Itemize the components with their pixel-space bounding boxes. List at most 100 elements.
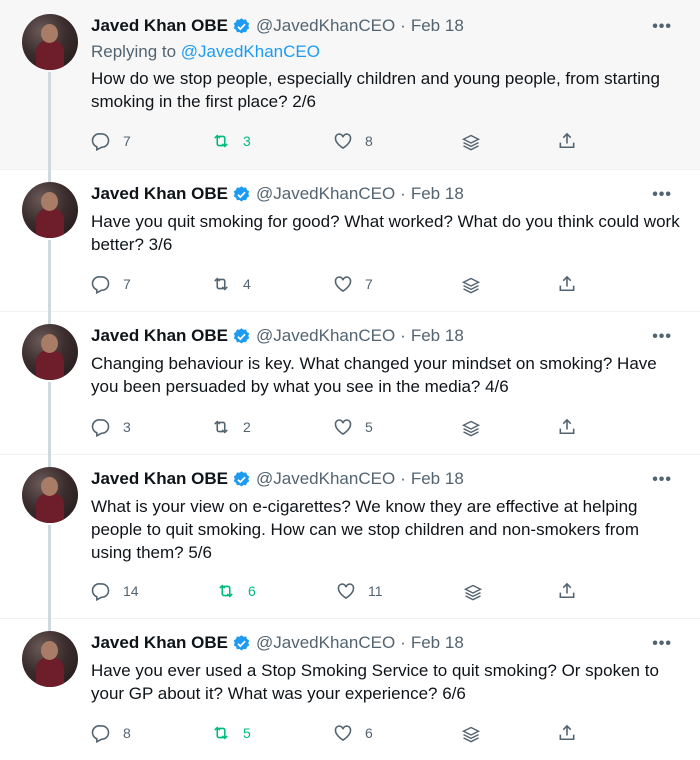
like-button[interactable]: 5 [333,417,373,437]
tweet-actions: 14 6 11 [91,581,591,603]
avatar[interactable] [22,14,78,70]
like-count: 5 [365,419,373,435]
author-handle[interactable]: @JavedKhanCEO [256,469,395,489]
reply-button[interactable]: 7 [91,274,131,294]
author-handle[interactable]: @JavedKhanCEO [256,184,395,204]
author-handle[interactable]: @JavedKhanCEO [256,633,395,653]
retweet-count: 3 [243,133,251,149]
reply-icon [91,133,110,151]
share-button[interactable] [557,131,577,151]
heart-icon [334,725,352,742]
share-button[interactable] [557,417,577,437]
tweet[interactable]: Javed Khan OBE @JavedKhanCEO · Feb 18 ••… [0,619,700,760]
thread-line [48,525,51,619]
verified-badge-icon [233,470,250,487]
verified-badge-icon [233,327,250,344]
more-options-icon[interactable]: ••• [652,18,672,36]
verified-badge-icon [233,17,250,34]
share-button[interactable] [557,274,577,294]
retweet-icon [214,277,228,291]
share-icon [559,582,575,599]
reply-button[interactable]: 8 [91,723,131,743]
thread-line [48,240,51,312]
tweet-date[interactable]: Feb 18 [411,16,464,36]
reply-button[interactable]: 7 [91,131,131,151]
author-handle[interactable]: @JavedKhanCEO [256,326,395,346]
tweet-date[interactable]: Feb 18 [411,326,464,346]
author-name[interactable]: Javed Khan OBE [91,469,228,489]
share-icon [559,275,575,292]
retweet-button[interactable]: 4 [211,274,251,294]
tweet-header: Javed Khan OBE @JavedKhanCEO · Feb 18 [91,16,464,36]
reply-count: 7 [123,276,131,292]
share-button[interactable] [557,581,577,601]
like-button[interactable]: 7 [333,274,373,294]
author-name[interactable]: Javed Khan OBE [91,184,228,204]
share-icon [559,132,575,149]
separator: · [400,633,406,652]
tweet-header: Javed Khan OBE @JavedKhanCEO · Feb 18 [91,469,464,489]
reply-button[interactable]: 3 [91,417,131,437]
tweet-date[interactable]: Feb 18 [411,469,464,489]
tweet-text: Changing behaviour is key. What changed … [91,354,657,396]
stack-icon [461,277,481,294]
analytics-button[interactable] [461,133,481,153]
tweet[interactable]: Javed Khan OBE @JavedKhanCEO · Feb 18 ••… [0,455,700,619]
share-button[interactable] [557,723,577,743]
avatar[interactable] [22,631,78,687]
retweet-count: 4 [243,276,251,292]
author-name[interactable]: Javed Khan OBE [91,16,228,36]
reply-icon [91,725,110,743]
thread-line [48,455,51,467]
avatar[interactable] [22,182,78,238]
verified-badge-icon [233,634,250,651]
stack-icon [461,134,481,151]
author-name[interactable]: Javed Khan OBE [91,326,228,346]
separator: · [400,326,406,345]
analytics-button[interactable] [461,276,481,296]
reply-button[interactable]: 14 [91,581,139,601]
author-name[interactable]: Javed Khan OBE [91,633,228,653]
like-button[interactable]: 11 [336,581,383,601]
tweet-text: Have you ever used a Stop Smoking Servic… [91,661,659,703]
more-options-icon[interactable]: ••• [652,471,672,489]
tweet[interactable]: Javed Khan OBE @JavedKhanCEO · Feb 18 ••… [0,0,700,170]
analytics-button[interactable] [461,419,481,439]
replying-to-link[interactable]: @JavedKhanCEO [181,42,320,61]
replying-to: Replying to @JavedKhanCEO [91,42,320,62]
tweet-date[interactable]: Feb 18 [411,633,464,653]
share-icon [559,724,575,741]
retweet-button[interactable]: 5 [211,723,251,743]
avatar[interactable] [22,467,78,523]
tweet-header: Javed Khan OBE @JavedKhanCEO · Feb 18 [91,184,464,204]
heart-icon [334,276,352,293]
retweet-icon [214,726,228,740]
reply-icon [91,276,110,294]
tweet-actions: 3 2 5 [91,417,591,439]
stack-icon [461,726,481,743]
retweet-button[interactable]: 6 [216,581,256,601]
tweet-date[interactable]: Feb 18 [411,184,464,204]
retweet-count: 5 [243,725,251,741]
tweet-text: How do we stop people, especially childr… [91,69,660,111]
more-options-icon[interactable]: ••• [652,328,672,346]
verified-badge-icon [233,185,250,202]
tweet[interactable]: Javed Khan OBE @JavedKhanCEO · Feb 18 ••… [0,312,700,455]
like-button[interactable]: 6 [333,723,373,743]
analytics-button[interactable] [461,725,481,745]
reply-count: 14 [123,583,139,599]
author-handle[interactable]: @JavedKhanCEO [256,16,395,36]
analytics-button[interactable] [463,583,483,603]
separator: · [400,469,406,488]
retweet-button[interactable]: 2 [211,417,251,437]
tweet[interactable]: Javed Khan OBE @JavedKhanCEO · Feb 18 ••… [0,170,700,312]
more-options-icon[interactable]: ••• [652,635,672,653]
retweet-count: 2 [243,419,251,435]
more-options-icon[interactable]: ••• [652,186,672,204]
retweet-button[interactable]: 3 [211,131,251,151]
like-button[interactable]: 8 [333,131,373,151]
tweet-thread: Javed Khan OBE @JavedKhanCEO · Feb 18 ••… [0,0,700,760]
stack-icon [461,420,481,437]
reply-icon [91,419,110,437]
avatar[interactable] [22,324,78,380]
